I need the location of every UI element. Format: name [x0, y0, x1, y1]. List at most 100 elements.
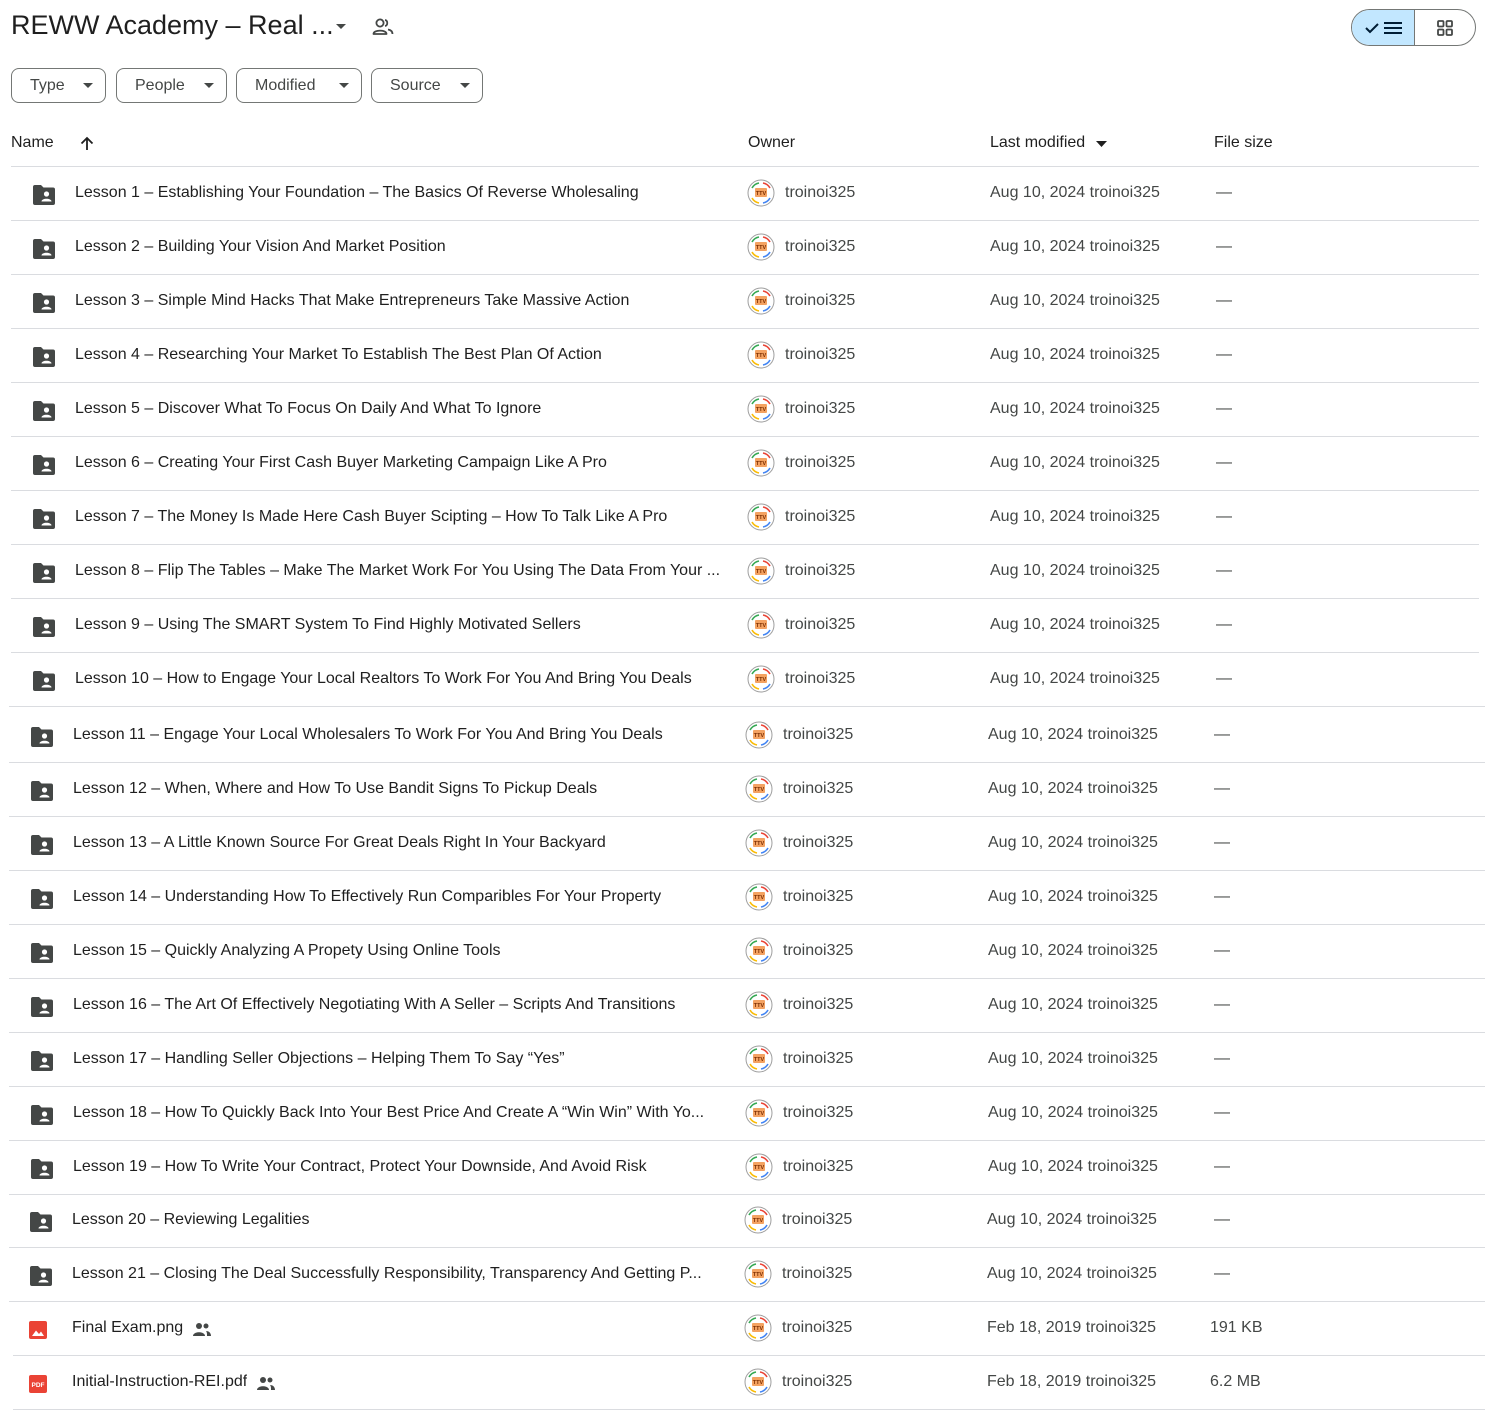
file-name[interactable]: Lesson 20 – Reviewing Legalities	[72, 1211, 309, 1229]
view-toggle	[1351, 9, 1476, 46]
file-row[interactable]: Lesson 16 – The Art Of Effectively Negot…	[0, 979, 1485, 1033]
file-name[interactable]: Lesson 21 – Closing The Deal Successfull…	[72, 1265, 702, 1283]
file-name[interactable]: Initial-Instruction-REI.pdf	[72, 1373, 247, 1391]
file-row[interactable]: Lesson 4 – Researching Your Market To Es…	[0, 329, 1485, 383]
last-modified: Aug 10, 2024 troinoi325	[988, 942, 1158, 959]
file-size: —	[1216, 292, 1232, 309]
last-modified: Aug 10, 2024 troinoi325	[988, 888, 1158, 905]
file-row[interactable]: Lesson 9 – Using The SMART System To Fin…	[0, 599, 1485, 653]
owner-name: troinoi325	[785, 616, 856, 633]
filter-people-chip[interactable]: People	[116, 68, 227, 103]
file-row[interactable]: Lesson 18 – How To Quickly Back Into You…	[0, 1087, 1485, 1141]
filter-source-chip[interactable]: Source	[371, 68, 483, 103]
list-view-button[interactable]	[1352, 10, 1415, 45]
file-row[interactable]: Lesson 12 – When, Where and How To Use B…	[0, 763, 1485, 817]
owner-avatar: TTV	[744, 1314, 772, 1342]
owner-name: troinoi325	[782, 1265, 853, 1282]
svg-text:TTV: TTV	[754, 841, 765, 847]
file-name[interactable]: Lesson 14 – Understanding How To Effecti…	[73, 888, 661, 906]
owner-name: troinoi325	[783, 1104, 854, 1121]
file-row[interactable]: Lesson 7 – The Money Is Made Here Cash B…	[0, 491, 1485, 545]
owner-name: troinoi325	[782, 1373, 853, 1390]
last-modified: Aug 10, 2024 troinoi325	[990, 454, 1160, 471]
file-row[interactable]: Lesson 20 – Reviewing Legalities TTV troin…	[0, 1194, 1485, 1248]
file-row[interactable]: Lesson 2 – Building Your Vision And Mark…	[0, 221, 1485, 275]
file-name[interactable]: Lesson 9 – Using The SMART System To Fin…	[75, 616, 581, 634]
file-row[interactable]: Lesson 15 – Quickly Analyzing A Propety …	[0, 925, 1485, 979]
file-name[interactable]: Lesson 17 – Handling Seller Objections –…	[73, 1050, 565, 1068]
shared-folder-icon	[32, 292, 56, 314]
arrow-drop-down-icon[interactable]	[1096, 141, 1107, 148]
file-size: —	[1214, 834, 1230, 851]
owner-avatar: TTV	[745, 1045, 773, 1073]
column-header-owner[interactable]: Owner	[748, 134, 795, 152]
owner-name: troinoi325	[785, 346, 856, 363]
file-row[interactable]: Final Exam.png TTV troinoi325 Feb 18, 2019 …	[0, 1302, 1485, 1356]
file-name[interactable]: Final Exam.png	[72, 1319, 183, 1337]
filter-type-chip[interactable]: Type	[11, 68, 106, 103]
file-row[interactable]: Lesson 13 – A Little Known Source For Gr…	[0, 817, 1485, 871]
owner-avatar: TTV	[747, 611, 775, 639]
file-size: —	[1214, 780, 1230, 797]
file-row[interactable]: Lesson 17 – Handling Seller Objections –…	[0, 1033, 1485, 1087]
file-name[interactable]: Lesson 4 – Researching Your Market To Es…	[75, 346, 602, 364]
grid-view-button[interactable]	[1415, 10, 1475, 45]
owner-avatar: TTV	[747, 449, 775, 477]
file-size: —	[1214, 726, 1230, 743]
arrow-drop-down-icon[interactable]	[334, 22, 348, 32]
owner-avatar: TTV	[744, 1206, 772, 1234]
file-name[interactable]: Lesson 8 – Flip The Tables – Make The Ma…	[75, 562, 720, 580]
people-icon[interactable]	[372, 17, 394, 37]
file-row[interactable]: Lesson 1 – Establishing Your Foundation …	[0, 167, 1485, 221]
file-size: 6.2 MB	[1210, 1373, 1261, 1390]
file-row[interactable]: PDF Initial-Instruction-REI.pdf TTV troinoi…	[0, 1356, 1485, 1410]
folder-title[interactable]: REWW Academy – Real ...	[11, 10, 334, 41]
shared-folder-icon	[29, 1211, 53, 1233]
column-header-name[interactable]: Name	[11, 134, 54, 152]
file-row[interactable]: Lesson 5 – Discover What To Focus On Dai…	[0, 383, 1485, 437]
filter-modified-chip[interactable]: Modified	[236, 68, 362, 103]
file-name[interactable]: Lesson 5 – Discover What To Focus On Dai…	[75, 400, 541, 418]
file-size: —	[1216, 508, 1232, 525]
owner-name: troinoi325	[785, 454, 856, 471]
file-name[interactable]: Lesson 3 – Simple Mind Hacks That Make E…	[75, 292, 629, 310]
last-modified: Aug 10, 2024 troinoi325	[990, 346, 1160, 363]
file-name[interactable]: Lesson 6 – Creating Your First Cash Buye…	[75, 454, 607, 472]
owner-name: troinoi325	[783, 942, 854, 959]
file-row[interactable]: Lesson 8 – Flip The Tables – Make The Ma…	[0, 545, 1485, 599]
column-header-file-size[interactable]: File size	[1214, 134, 1273, 152]
file-name[interactable]: Lesson 15 – Quickly Analyzing A Propety …	[73, 942, 501, 960]
file-row[interactable]: Lesson 6 – Creating Your First Cash Buye…	[0, 437, 1485, 491]
file-name[interactable]: Lesson 11 – Engage Your Local Wholesaler…	[73, 726, 663, 744]
file-name[interactable]: Lesson 19 – How To Write Your Contract, …	[73, 1158, 647, 1176]
shared-folder-icon	[32, 508, 56, 530]
shared-people-icon	[256, 1375, 276, 1391]
arrow-upward-icon[interactable]	[78, 135, 96, 153]
column-header-last-modified[interactable]: Last modified	[990, 134, 1085, 152]
shared-folder-icon	[30, 834, 54, 856]
file-name[interactable]: Lesson 18 – How To Quickly Back Into You…	[73, 1104, 704, 1122]
file-name[interactable]: Lesson 13 – A Little Known Source For Gr…	[73, 834, 606, 852]
file-name[interactable]: Lesson 1 – Establishing Your Foundation …	[75, 184, 639, 202]
file-row[interactable]: Lesson 10 – How to Engage Your Local Rea…	[0, 653, 1485, 707]
file-size: —	[1216, 454, 1232, 471]
svg-text:TTV: TTV	[753, 1218, 764, 1224]
file-name[interactable]: Lesson 12 – When, Where and How To Use B…	[73, 780, 597, 798]
last-modified: Aug 10, 2024 troinoi325	[990, 400, 1160, 417]
svg-text:TTV: TTV	[756, 623, 767, 629]
file-row[interactable]: Lesson 19 – How To Write Your Contract, …	[0, 1141, 1485, 1195]
file-size: —	[1216, 238, 1232, 255]
file-row[interactable]: Lesson 11 – Engage Your Local Wholesaler…	[0, 709, 1485, 763]
file-name[interactable]: Lesson 2 – Building Your Vision And Mark…	[75, 238, 446, 256]
last-modified: Aug 10, 2024 troinoi325	[990, 184, 1160, 201]
svg-text:TTV: TTV	[754, 1057, 765, 1063]
arrow-drop-down-icon	[204, 83, 214, 88]
file-row[interactable]: Lesson 21 – Closing The Deal Successfull…	[0, 1248, 1485, 1302]
file-name[interactable]: Lesson 10 – How to Engage Your Local Rea…	[75, 670, 692, 688]
file-name[interactable]: Lesson 16 – The Art Of Effectively Negot…	[73, 996, 675, 1014]
file-row[interactable]: Lesson 14 – Understanding How To Effecti…	[0, 871, 1485, 925]
file-name[interactable]: Lesson 7 – The Money Is Made Here Cash B…	[75, 508, 667, 526]
shared-folder-icon	[32, 562, 56, 584]
owner-avatar: TTV	[744, 1260, 772, 1288]
file-row[interactable]: Lesson 3 – Simple Mind Hacks That Make E…	[0, 275, 1485, 329]
